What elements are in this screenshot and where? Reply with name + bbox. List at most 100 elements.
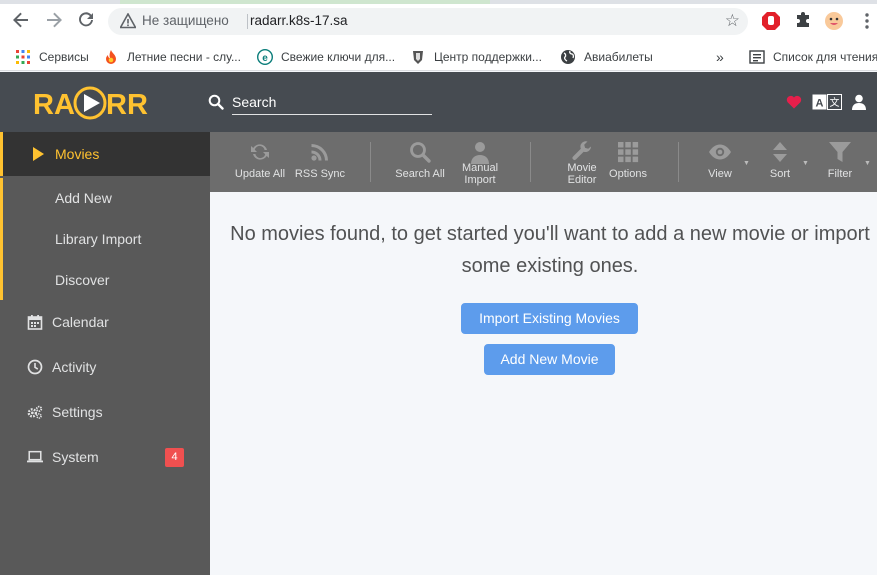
user-icon[interactable] — [852, 94, 866, 110]
rss-icon — [311, 144, 328, 161]
sidebar-item-system[interactable]: System 4 — [0, 435, 210, 479]
sidebar-item-label: Settings — [52, 404, 103, 420]
user-icon — [471, 142, 489, 164]
sidebar-item-calendar[interactable]: Calendar — [0, 300, 210, 344]
svg-text:e: e — [262, 53, 268, 64]
import-existing-movies-button[interactable]: Import Existing Movies — [461, 303, 638, 334]
svg-text:文: 文 — [830, 96, 840, 109]
bookmark-summer-songs[interactable]: Летние песни - слу... — [103, 47, 241, 67]
update-all-button[interactable]: Update All — [230, 132, 290, 192]
bookmark-flights[interactable]: Авиабилеты — [560, 47, 653, 67]
reading-list-icon — [749, 50, 765, 64]
play-icon — [33, 147, 44, 161]
rss-sync-button[interactable]: RSS Sync — [290, 132, 350, 192]
eye-icon — [709, 144, 731, 160]
sidebar-item-activity[interactable]: Activity — [0, 345, 210, 389]
toolbar-label: Manual Import — [461, 162, 499, 186]
search-icon — [410, 142, 431, 163]
reading-list-label: Список для чтения — [773, 50, 877, 64]
toolbar-separator — [370, 142, 371, 182]
bookmark-label: Сервисы — [39, 50, 89, 64]
toolbar-label: RSS Sync — [294, 168, 346, 180]
sidebar: Movies Add New Library Import Discover C… — [0, 132, 210, 575]
translate-icon[interactable]: A 文 — [812, 94, 842, 110]
url-text[interactable]: radarr.k8s-17.sa — [250, 13, 348, 28]
gears-icon — [27, 405, 43, 419]
adblock-extension-icon[interactable] — [761, 11, 781, 31]
sidebar-item-label: Movies — [55, 146, 100, 162]
filter-icon — [829, 142, 851, 162]
sidebar-subitem-library-import[interactable]: Library Import — [55, 231, 141, 247]
arrow-right-icon — [47, 12, 62, 28]
bookmark-services[interactable]: Сервисы — [15, 47, 89, 67]
filter-dropdown-button[interactable]: Filter — [810, 132, 870, 192]
no-movies-message: No movies found, to get started you'll w… — [230, 223, 870, 277]
tab-strip — [0, 0, 877, 4]
bookmark-support-center[interactable]: Центр поддержки... — [410, 47, 542, 67]
search-all-button[interactable]: Search All — [390, 132, 450, 192]
radarr-logo[interactable]: RA RR — [33, 86, 155, 120]
puzzle-extensions-icon[interactable] — [793, 11, 813, 31]
bookmark-label: Свежие ключи для... — [281, 50, 396, 64]
movie-search-input[interactable] — [232, 89, 432, 115]
toolbar-separator — [678, 142, 679, 182]
eset-icon: e — [257, 49, 273, 65]
caret-down-icon: ▼ — [864, 160, 871, 167]
address-bar[interactable]: Не защищено radarr.k8s-17.sa ☆ — [108, 8, 748, 35]
bookmark-fresh-keys[interactable]: e Свежие ключи для... — [257, 47, 395, 67]
caret-down-icon: ▼ — [743, 160, 750, 167]
options-button[interactable]: Options — [598, 132, 658, 192]
apps-grid-icon — [16, 50, 30, 64]
system-health-badge: 4 — [165, 448, 184, 467]
browser-menu-icon[interactable] — [857, 11, 877, 31]
wrench-icon — [572, 141, 591, 160]
more-bookmarks-button[interactable]: » — [716, 47, 724, 67]
movies-main-content: No movies found, to get started you'll w… — [210, 192, 877, 575]
reload-icon — [79, 12, 93, 27]
sidebar-item-settings[interactable]: Settings — [0, 390, 210, 434]
toolbar-label: Filter — [827, 168, 853, 180]
calendar-icon — [27, 315, 43, 330]
svg-text:RR: RR — [106, 89, 148, 120]
grid-icon — [618, 142, 639, 163]
reload-button[interactable] — [76, 11, 96, 31]
warning-icon[interactable] — [120, 13, 136, 29]
laptop-icon — [27, 450, 43, 463]
forward-button[interactable] — [44, 11, 64, 31]
view-dropdown-button[interactable]: View — [690, 132, 750, 192]
toolbar-label: Sort — [769, 168, 791, 180]
toolbar-separator — [530, 142, 531, 182]
bookmark-star-icon[interactable]: ☆ — [725, 11, 740, 31]
back-button[interactable] — [11, 11, 31, 31]
bookmarks-bar: Сервисы Летние песни - слу... e Свежие к… — [0, 42, 877, 71]
toolbar-label: Update All — [234, 168, 286, 180]
tank-icon — [413, 51, 423, 64]
globe-icon — [561, 50, 575, 64]
add-new-movie-button[interactable]: Add New Movie — [484, 344, 615, 375]
sort-icon — [773, 142, 787, 162]
bookmark-label: Центр поддержки... — [434, 50, 542, 64]
sidebar-item-label: Activity — [52, 359, 97, 375]
sidebar-item-label: System — [52, 449, 99, 465]
toolbar-label: Options — [609, 168, 647, 180]
heart-donate-icon[interactable] — [786, 94, 802, 110]
arrow-left-icon — [13, 12, 28, 28]
page-toolbar: Update All RSS Sync Search All Manual Imp… — [210, 132, 877, 192]
refresh-icon — [251, 144, 269, 160]
movies-submenu: Add New Library Import Discover — [0, 178, 210, 300]
browser-toolbar: Не защищено radarr.k8s-17.sa ☆ — [0, 0, 877, 42]
sidebar-item-movies[interactable]: Movies — [0, 132, 210, 176]
clock-icon — [27, 359, 43, 375]
svg-text:RA: RA — [33, 89, 75, 120]
sidebar-subitem-discover[interactable]: Discover — [55, 272, 109, 288]
sort-dropdown-button[interactable]: Sort — [750, 132, 810, 192]
svg-text:A: A — [816, 98, 824, 110]
profile-avatar-icon[interactable] — [824, 11, 844, 31]
sidebar-subitem-add-new[interactable]: Add New — [55, 190, 112, 206]
not-secure-label[interactable]: Не защищено — [142, 13, 229, 28]
manual-import-button[interactable]: Manual Import — [450, 132, 510, 192]
reading-list-button[interactable]: Список для чтения — [749, 47, 877, 67]
bookmark-label: Летние песни - слу... — [127, 50, 241, 64]
caret-down-icon: ▼ — [802, 160, 809, 167]
bookmark-label: Авиабилеты — [584, 50, 653, 64]
